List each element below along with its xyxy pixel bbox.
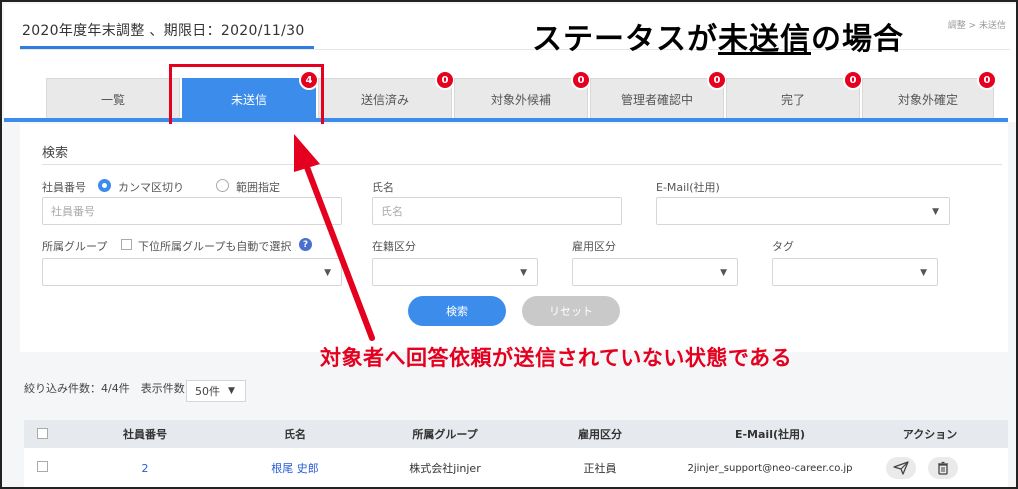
email-cell: 2jinjer_support@neo-career.co.jp: [680, 448, 860, 487]
row-checkbox[interactable]: [37, 461, 48, 472]
column-employee-no[interactable]: 社員番号: [80, 420, 210, 448]
column-name[interactable]: 氏名: [230, 420, 360, 448]
delete-button[interactable]: [928, 457, 958, 479]
employee-no-link[interactable]: 2: [80, 448, 210, 487]
column-employment[interactable]: 雇用区分: [530, 420, 670, 448]
filter-count: 絞り込み件数：4/4件 表示件数: [24, 382, 185, 395]
table-header: 社員番号 氏名 所属グループ 雇用区分 E-Mail(社用) アクション: [24, 420, 1008, 448]
employment-cell: 正社員: [583, 462, 617, 475]
column-email[interactable]: E-Mail(社用): [680, 420, 860, 448]
table-row: 2 根尾 史郎 株式会社jinjer 正社員 2jinjer_support@n…: [24, 448, 1008, 487]
trash-icon: [938, 461, 948, 475]
annotation-arrow: [294, 134, 375, 341]
chevron-down-icon: ▼: [228, 386, 235, 396]
screen-frame: 2020年度年末調整 、期限日：2020/11/30 調整 > 未送信 ステータ…: [0, 0, 1018, 489]
per-page-select[interactable]: 50件 ▼: [186, 380, 246, 402]
email-text: 2jinjer_support@neo-career.co.jp: [687, 462, 853, 474]
column-actions: アクション: [902, 428, 958, 441]
group-cell: 株式会社jinjer: [409, 462, 481, 475]
select-all-checkbox[interactable]: [37, 428, 48, 439]
annotation-text: 対象者へ回答依頼が送信されていない状態である: [320, 346, 793, 370]
send-button[interactable]: [886, 457, 916, 479]
employee-name-link[interactable]: 根尾 史郎: [230, 448, 360, 487]
per-page-value: 50件: [195, 385, 220, 398]
send-icon: [893, 461, 909, 475]
column-group[interactable]: 所属グループ: [370, 420, 520, 448]
